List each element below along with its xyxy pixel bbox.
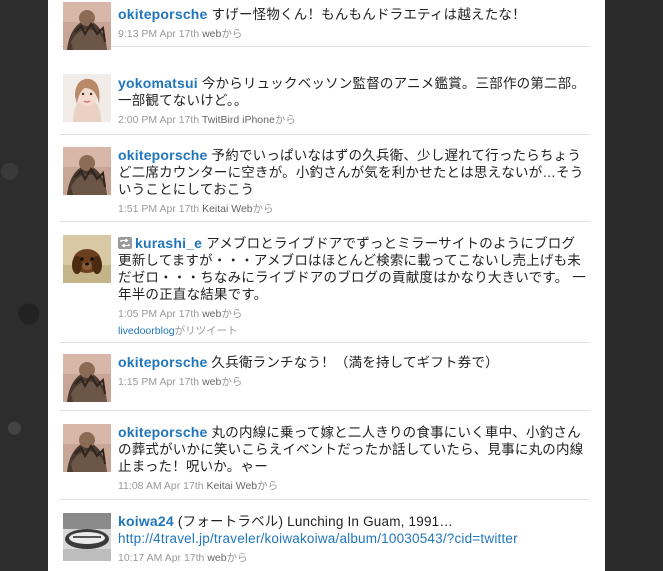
avatar[interactable]	[63, 354, 111, 402]
tweet-text: 久兵衛ランチなう！（満を持してギフト券で）	[211, 355, 499, 370]
screen-name[interactable]: okiteporsche	[118, 147, 208, 163]
tweet-item: koiwa24 (フォートラベル) Lunching In Guam, 1991……	[60, 499, 590, 571]
tweet-source[interactable]: web	[202, 28, 221, 40]
screen-name[interactable]: yokomatsui	[118, 75, 198, 91]
page-background-left	[0, 0, 48, 571]
tweet-item: yokomatsui 今からリュックベッソン監督のアニメ鑑賞。三部作の第二部。一部…	[60, 66, 590, 135]
timeline: okiteporsche すげー怪物くん！もんもんドラエティは越えたな！ 9:13…	[48, 0, 605, 571]
tweet-link[interactable]: http://4travel.jp/traveler/koiwakoiwa/al…	[118, 531, 518, 546]
tweet-source[interactable]: web	[202, 308, 221, 320]
source-suffix: から	[252, 203, 274, 215]
tweet-timestamp[interactable]: 10:17 AM Apr 17th	[118, 552, 204, 564]
tweet-timestamp[interactable]: 2:00 PM Apr 17th	[118, 114, 199, 126]
screen-name[interactable]: kurashi_e	[135, 235, 202, 251]
tweet-source[interactable]: Keitai Web	[207, 480, 258, 492]
source-suffix: から	[226, 552, 248, 564]
screen-name[interactable]: okiteporsche	[118, 6, 208, 22]
tweet-timestamp[interactable]: 1:15 PM Apr 17th	[118, 376, 199, 388]
source-suffix: から	[274, 114, 296, 126]
tweet-item: okiteporsche 予約でいっぱいなはずの久兵衛、少し遅れて行ったらちょうど…	[60, 134, 590, 222]
avatar[interactable]	[63, 235, 111, 283]
avatar[interactable]	[63, 147, 111, 195]
tweet-text: すげー怪物くん！もんもんドラエティは越えたな！	[211, 7, 526, 22]
avatar[interactable]	[63, 513, 111, 561]
page-background-right	[605, 0, 663, 571]
screen-name[interactable]: okiteporsche	[118, 354, 208, 370]
tweet-timestamp[interactable]: 1:51 PM Apr 17th	[118, 203, 199, 215]
tweet-timestamp[interactable]: 11:08 AM Apr 17th	[118, 480, 204, 492]
source-suffix: から	[221, 28, 243, 40]
tweet-item: okiteporsche すげー怪物くん！もんもんドラエティは越えたな！ 9:13…	[60, 0, 590, 50]
source-suffix: から	[221, 376, 243, 388]
tweet-source[interactable]: TwitBird iPhone	[202, 114, 275, 126]
tweet-timestamp[interactable]: 9:13 PM Apr 17th	[118, 28, 199, 40]
tweet-source[interactable]: web	[207, 552, 226, 564]
source-suffix: から	[221, 308, 243, 320]
avatar[interactable]	[63, 424, 111, 472]
tweet-text: (フォートラベル) Lunching In Guam, 1991…	[177, 514, 454, 529]
tweet-item: okiteporsche 久兵衛ランチなう！（満を持してギフト券で） 1:15 P…	[60, 342, 590, 411]
retweet-icon	[118, 237, 132, 249]
retweet-label: がリツイート	[174, 325, 238, 337]
tweet-item: okiteporsche 丸の内線に乗って嫁と二人きりの食事にいく車中、小釣さんの…	[60, 410, 590, 500]
tweet-source[interactable]: Keitai Web	[202, 203, 253, 215]
retweeted-by-user[interactable]: livedoorblog	[118, 325, 175, 337]
tweet-source[interactable]: web	[202, 376, 221, 388]
tweet-timestamp[interactable]: 1:05 PM Apr 17th	[118, 308, 199, 320]
screen-name[interactable]: koiwa24	[118, 513, 174, 529]
tweet-item: kurashi_e アメブロとライブドアでずっとミラーサイトのようにブログ更新して…	[60, 221, 590, 343]
avatar[interactable]	[63, 74, 111, 122]
avatar[interactable]	[63, 2, 111, 50]
screen-name[interactable]: okiteporsche	[118, 424, 208, 440]
source-suffix: から	[257, 480, 279, 492]
